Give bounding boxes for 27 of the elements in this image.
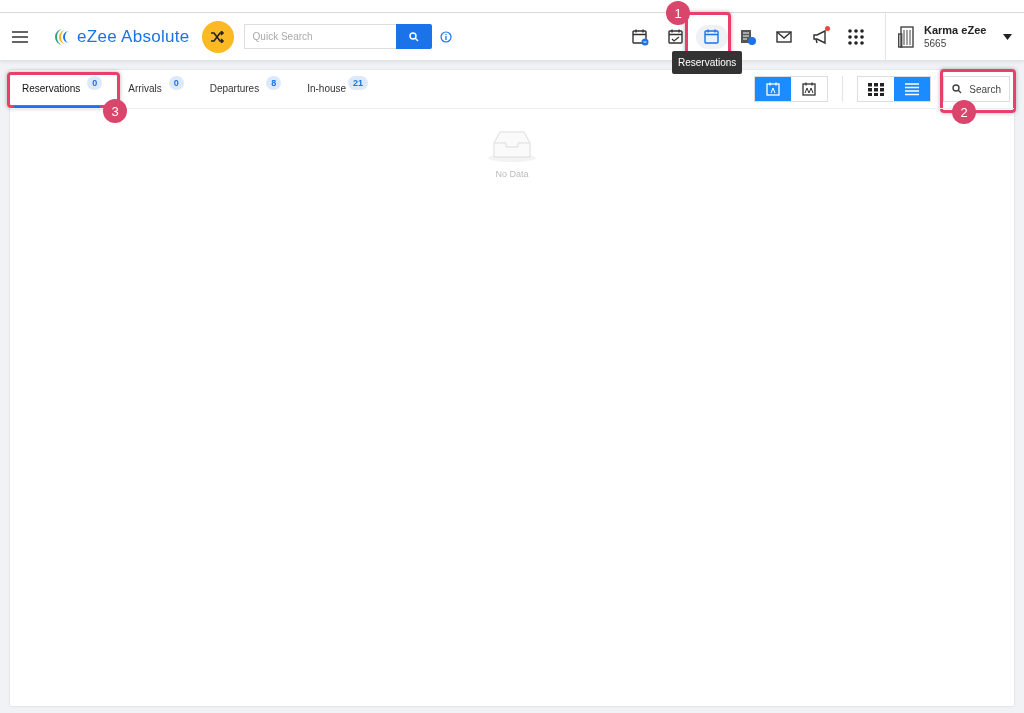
property-name: Karma eZee <box>924 24 988 36</box>
megaphone-icon <box>811 27 829 46</box>
tooltip: Reservations <box>672 51 743 74</box>
empty-inbox-icon <box>487 129 537 163</box>
property-code: 5665 <box>924 38 948 49</box>
building-icon <box>898 25 916 48</box>
menu-icon[interactable] <box>12 30 28 43</box>
calendar-icon <box>703 27 721 46</box>
bill-icon <box>739 27 757 46</box>
app-name: eZee Absolute <box>77 26 190 47</box>
caret-icon[interactable] <box>1003 33 1012 40</box>
calendar-plus-icon <box>631 27 649 46</box>
empty-message: No Data <box>495 169 529 179</box>
search-button[interactable]: Search <box>943 76 1010 102</box>
grid-icon <box>868 82 885 96</box>
info-icon[interactable] <box>439 30 452 43</box>
calendar-check-icon <box>667 27 685 46</box>
list-icon <box>904 82 921 96</box>
shuffle-icon <box>210 30 225 43</box>
apps-icon <box>847 27 865 46</box>
quick-search-field[interactable]: Quick Search <box>243 24 396 49</box>
search-icon <box>952 84 963 94</box>
count-badge: 21 <box>348 76 369 90</box>
search-icon <box>408 31 419 42</box>
calendar-people-icon <box>802 82 817 96</box>
calendar-person-icon <box>766 82 781 96</box>
search-button[interactable] <box>395 24 432 49</box>
